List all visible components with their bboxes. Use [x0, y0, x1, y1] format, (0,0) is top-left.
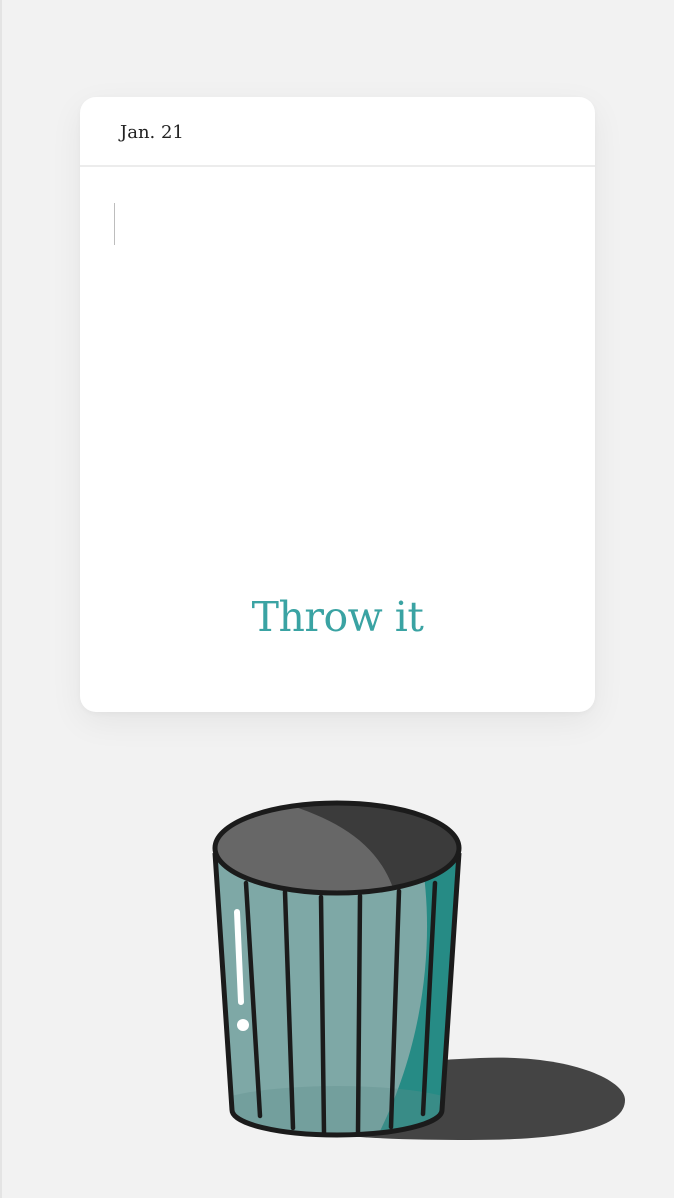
trash-can-highlight	[234, 909, 244, 1005]
note-text-area[interactable]	[80, 169, 595, 549]
left-edge-divider	[0, 0, 2, 1198]
trash-can-icon[interactable]	[190, 790, 640, 1154]
note-header: Jan. 21	[80, 97, 595, 167]
note-date: Jan. 21	[120, 122, 184, 143]
note-card: Jan. 21 Throw it	[80, 97, 595, 712]
throw-it-button[interactable]: Throw it	[80, 593, 595, 641]
text-caret	[114, 203, 115, 245]
